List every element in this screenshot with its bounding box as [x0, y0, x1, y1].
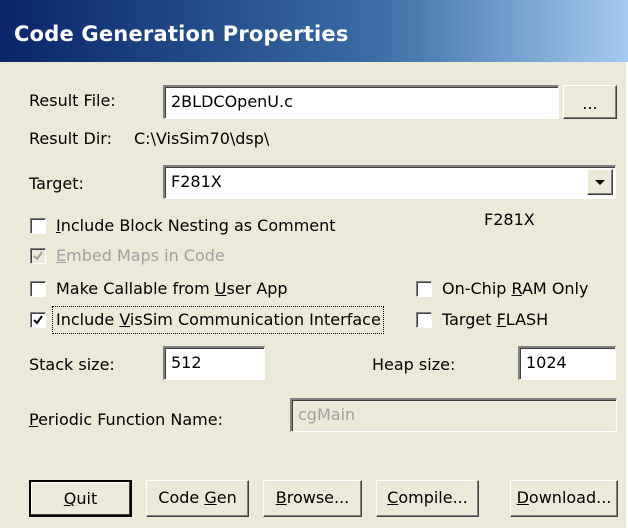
result-dir-value: C:\VisSim70\dsp\	[134, 129, 270, 148]
compile-button[interactable]: Compile...	[376, 480, 479, 517]
target-label: Target:	[29, 174, 84, 193]
heap-size-input[interactable]: 1024	[518, 346, 616, 380]
result-dir-label: Result Dir:	[29, 129, 112, 148]
make-callable-checkbox[interactable]	[30, 281, 46, 297]
target-info-label: F281X	[484, 210, 535, 229]
check-icon	[33, 315, 43, 325]
browse-button[interactable]: Browse...	[263, 480, 362, 517]
embed-maps-label[interactable]: Embed Maps in Code	[56, 246, 225, 266]
target-flash-checkbox[interactable]	[416, 312, 432, 328]
stack-size-input[interactable]: 512	[163, 346, 265, 380]
periodic-function-label: Periodic Function Name:	[29, 410, 223, 429]
target-select[interactable]: F281X	[163, 165, 616, 199]
include-block-nesting-checkbox[interactable]	[30, 218, 46, 234]
result-file-browse-button[interactable]: ...	[563, 85, 617, 119]
check-icon	[33, 251, 43, 261]
dialog-body: Result File: 2BLDCOpenU.c ... Result Dir…	[0, 62, 628, 528]
result-file-input[interactable]: 2BLDCOpenU.c	[163, 85, 559, 119]
include-vissim-comm-checkbox[interactable]	[30, 312, 46, 328]
on-chip-ram-checkbox[interactable]	[416, 281, 432, 297]
target-dropdown-button[interactable]	[587, 169, 613, 195]
stack-size-label: Stack size:	[29, 355, 115, 374]
download-button[interactable]: Download...	[510, 480, 618, 517]
chevron-down-icon	[595, 180, 605, 185]
code-gen-button[interactable]: Code Gen	[146, 480, 249, 517]
quit-button[interactable]: Quit	[29, 480, 132, 517]
on-chip-ram-label[interactable]: On-Chip RAM Only	[442, 279, 588, 299]
target-select-value: F281X	[171, 172, 222, 191]
make-callable-label[interactable]: Make Callable from User App	[56, 279, 288, 299]
embed-maps-checkbox[interactable]	[30, 248, 46, 264]
target-flash-label[interactable]: Target FLASH	[442, 310, 548, 330]
window-title: Code Generation Properties	[14, 22, 349, 46]
include-vissim-comm-label[interactable]: Include VisSim Communication Interface	[56, 310, 381, 330]
periodic-function-input[interactable]: cgMain	[290, 398, 617, 432]
title-bar[interactable]: Code Generation Properties	[0, 0, 628, 62]
result-file-label: Result File:	[29, 91, 116, 110]
include-block-nesting-label[interactable]: Include Block Nesting as Comment	[56, 216, 336, 236]
heap-size-label: Heap size:	[372, 355, 456, 374]
